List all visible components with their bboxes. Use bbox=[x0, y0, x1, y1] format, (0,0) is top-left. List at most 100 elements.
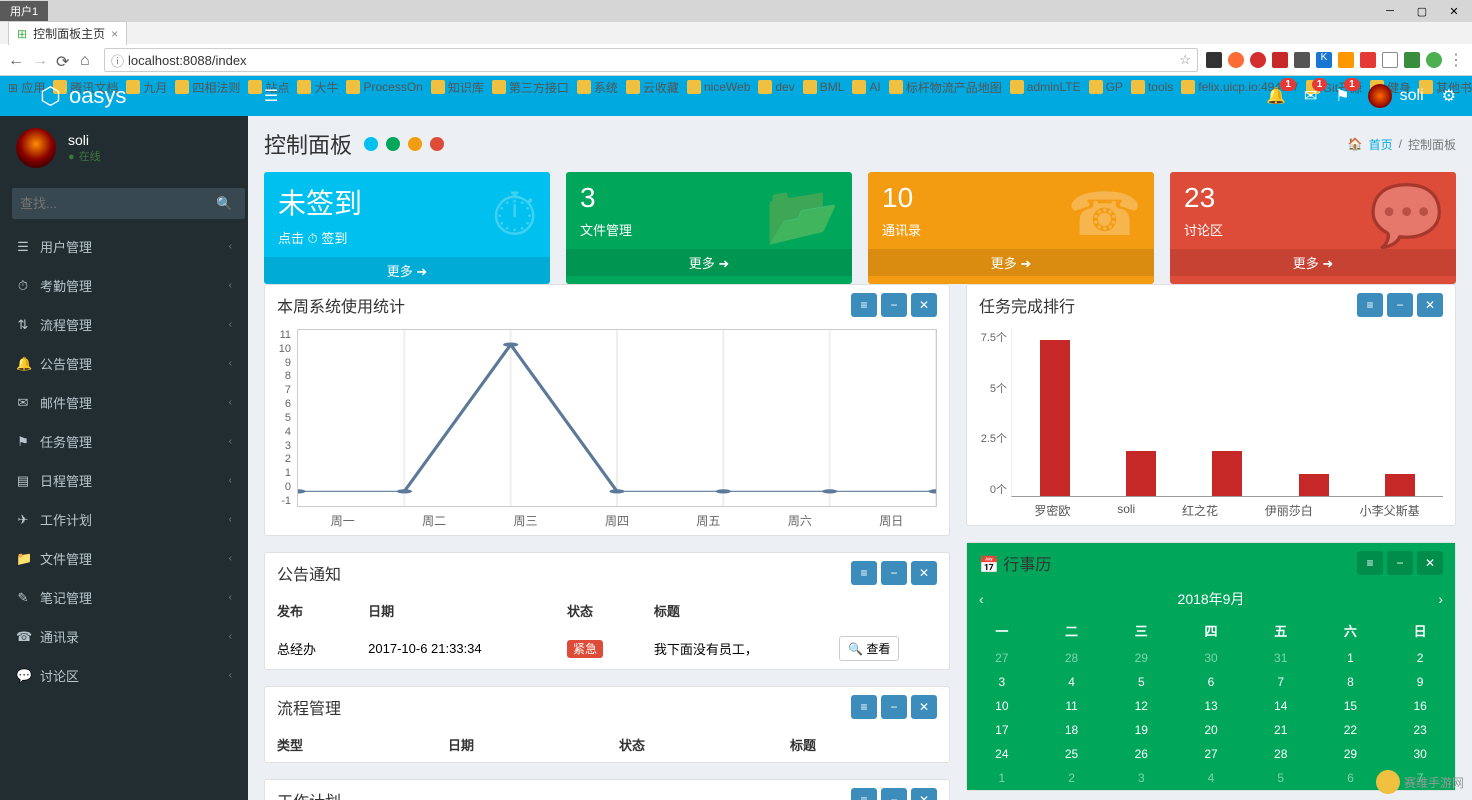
bookmark[interactable]: adminLTE bbox=[1010, 80, 1081, 94]
panel-menu-button[interactable]: ≡ bbox=[851, 788, 877, 800]
nav-flag[interactable]: ⚑1 bbox=[1335, 86, 1349, 106]
cal-day[interactable]: 28 bbox=[1246, 742, 1316, 766]
panel-collapse-button[interactable]: − bbox=[1387, 293, 1413, 317]
cal-day[interactable]: 6 bbox=[1176, 670, 1246, 694]
cal-day[interactable]: 18 bbox=[1037, 718, 1107, 742]
ext-icon[interactable] bbox=[1272, 52, 1288, 68]
panel-close-button[interactable]: ✕ bbox=[911, 293, 937, 317]
cal-day[interactable]: 15 bbox=[1316, 694, 1386, 718]
bookmark[interactable]: 标杆物流产品地图 bbox=[889, 79, 1002, 96]
sidebar-item[interactable]: ⏱考勤管理‹ bbox=[0, 266, 248, 305]
sidebar-item[interactable]: ✉邮件管理‹ bbox=[0, 383, 248, 422]
cal-day[interactable]: 1 bbox=[1316, 646, 1386, 670]
panel-collapse-button[interactable]: − bbox=[1387, 551, 1413, 575]
ext-icon[interactable] bbox=[1250, 52, 1266, 68]
panel-menu-button[interactable]: ≡ bbox=[851, 293, 877, 317]
sidebar-item[interactable]: ✈工作计划‹ bbox=[0, 500, 248, 539]
search-button[interactable]: 🔍 bbox=[204, 188, 245, 219]
nav-user[interactable]: soli bbox=[1368, 84, 1424, 108]
panel-collapse-button[interactable]: − bbox=[881, 788, 907, 800]
ext-icon[interactable] bbox=[1404, 52, 1420, 68]
cal-day[interactable]: 7 bbox=[1385, 766, 1455, 790]
info-box[interactable]: 未签到点击 ⏱ 签到⏱更多 ➜ bbox=[264, 172, 550, 284]
ib-footer[interactable]: 更多 ➜ bbox=[868, 249, 1154, 276]
cal-day[interactable]: 27 bbox=[1176, 742, 1246, 766]
nav-bell[interactable]: 🔔1 bbox=[1266, 86, 1286, 106]
panel-collapse-button[interactable]: − bbox=[881, 695, 907, 719]
panel-menu-button[interactable]: ≡ bbox=[1357, 551, 1383, 575]
window-minimize[interactable]: ─ bbox=[1376, 1, 1404, 21]
sidebar-toggle[interactable]: ☰ bbox=[248, 86, 294, 106]
menu-icon[interactable]: ⋮ bbox=[1448, 50, 1464, 70]
ext-icon[interactable] bbox=[1228, 52, 1244, 68]
panel-close-button[interactable]: ✕ bbox=[911, 788, 937, 800]
info-box[interactable]: 23讨论区💬更多 ➜ bbox=[1170, 172, 1456, 284]
ext-icon[interactable] bbox=[1294, 52, 1310, 68]
cal-day[interactable]: 10 bbox=[967, 694, 1037, 718]
bookmark[interactable]: AI bbox=[852, 80, 880, 94]
cal-day[interactable]: 23 bbox=[1385, 718, 1455, 742]
sidebar-item[interactable]: ✎笔记管理‹ bbox=[0, 578, 248, 617]
sidebar-item[interactable]: ☰用户管理‹ bbox=[0, 227, 248, 266]
cal-day[interactable]: 31 bbox=[1246, 646, 1316, 670]
window-close[interactable]: ✕ bbox=[1440, 1, 1468, 21]
address-bar[interactable]: ⓘ localhost:8088/index ☆ bbox=[104, 48, 1198, 72]
cal-day[interactable]: 12 bbox=[1106, 694, 1176, 718]
cal-day[interactable]: 17 bbox=[967, 718, 1037, 742]
panel-close-button[interactable]: ✕ bbox=[911, 695, 937, 719]
cal-day[interactable]: 4 bbox=[1176, 766, 1246, 790]
panel-collapse-button[interactable]: − bbox=[881, 293, 907, 317]
cal-day[interactable]: 16 bbox=[1385, 694, 1455, 718]
panel-collapse-button[interactable]: − bbox=[881, 561, 907, 585]
ext-icon[interactable] bbox=[1426, 52, 1442, 68]
cal-next[interactable]: › bbox=[1438, 591, 1443, 607]
cal-day[interactable]: 26 bbox=[1106, 742, 1176, 766]
panel-close-button[interactable]: ✕ bbox=[1417, 551, 1443, 575]
info-box[interactable]: 3文件管理📂更多 ➜ bbox=[566, 172, 852, 284]
cal-day[interactable]: 19 bbox=[1106, 718, 1176, 742]
cal-day[interactable]: 13 bbox=[1176, 694, 1246, 718]
nav-reload-icon[interactable]: ⟳ bbox=[56, 52, 72, 68]
bookmark[interactable]: 云收藏 bbox=[626, 79, 679, 96]
bookmark[interactable]: tools bbox=[1131, 80, 1173, 94]
panel-menu-button[interactable]: ≡ bbox=[1357, 293, 1383, 317]
ib-footer[interactable]: 更多 ➜ bbox=[566, 249, 852, 276]
bookmark[interactable]: 系统 bbox=[577, 79, 618, 96]
logo[interactable]: oasys bbox=[0, 82, 248, 111]
ext-icon[interactable] bbox=[1382, 52, 1398, 68]
cal-day[interactable]: 22 bbox=[1316, 718, 1386, 742]
nav-mail[interactable]: ✉1 bbox=[1304, 86, 1317, 106]
star-icon[interactable]: ☆ bbox=[1179, 52, 1191, 68]
info-box[interactable]: 10通讯录☎更多 ➜ bbox=[868, 172, 1154, 284]
cal-day[interactable]: 6 bbox=[1316, 766, 1386, 790]
cal-day[interactable]: 3 bbox=[967, 670, 1037, 694]
nav-home-icon[interactable]: ⌂ bbox=[80, 52, 96, 68]
tab-close-icon[interactable]: × bbox=[111, 27, 118, 41]
panel-menu-button[interactable]: ≡ bbox=[851, 561, 877, 585]
bookmark[interactable]: BML bbox=[803, 80, 845, 94]
sidebar-item[interactable]: ▤日程管理‹ bbox=[0, 461, 248, 500]
cal-day[interactable]: 5 bbox=[1246, 766, 1316, 790]
bookmark[interactable]: niceWeb bbox=[687, 80, 750, 94]
bookmark[interactable]: 大牛 bbox=[297, 79, 338, 96]
sidebar-item[interactable]: 💬讨论区‹ bbox=[0, 656, 248, 695]
breadcrumb-home[interactable]: 首页 bbox=[1369, 136, 1393, 153]
ib-footer[interactable]: 更多 ➜ bbox=[264, 257, 550, 284]
cal-day[interactable]: 1 bbox=[967, 766, 1037, 790]
sidebar-item[interactable]: 📁文件管理‹ bbox=[0, 539, 248, 578]
cal-day[interactable]: 30 bbox=[1385, 742, 1455, 766]
cal-day[interactable]: 28 bbox=[1037, 646, 1107, 670]
panel-menu-button[interactable]: ≡ bbox=[851, 695, 877, 719]
cal-day[interactable]: 5 bbox=[1106, 670, 1176, 694]
nav-gear-icon[interactable]: ⚙ bbox=[1442, 86, 1456, 106]
ext-icon[interactable] bbox=[1338, 52, 1354, 68]
sidebar-item[interactable]: ☎通讯录‹ bbox=[0, 617, 248, 656]
cal-day[interactable]: 11 bbox=[1037, 694, 1107, 718]
cal-day[interactable]: 3 bbox=[1106, 766, 1176, 790]
bookmark[interactable]: 第三方接口 bbox=[492, 79, 569, 96]
cal-prev[interactable]: ‹ bbox=[979, 591, 984, 607]
ib-footer[interactable]: 更多 ➜ bbox=[1170, 249, 1456, 276]
cal-day[interactable]: 2 bbox=[1037, 766, 1107, 790]
cal-day[interactable]: 14 bbox=[1246, 694, 1316, 718]
cal-day[interactable]: 30 bbox=[1176, 646, 1246, 670]
